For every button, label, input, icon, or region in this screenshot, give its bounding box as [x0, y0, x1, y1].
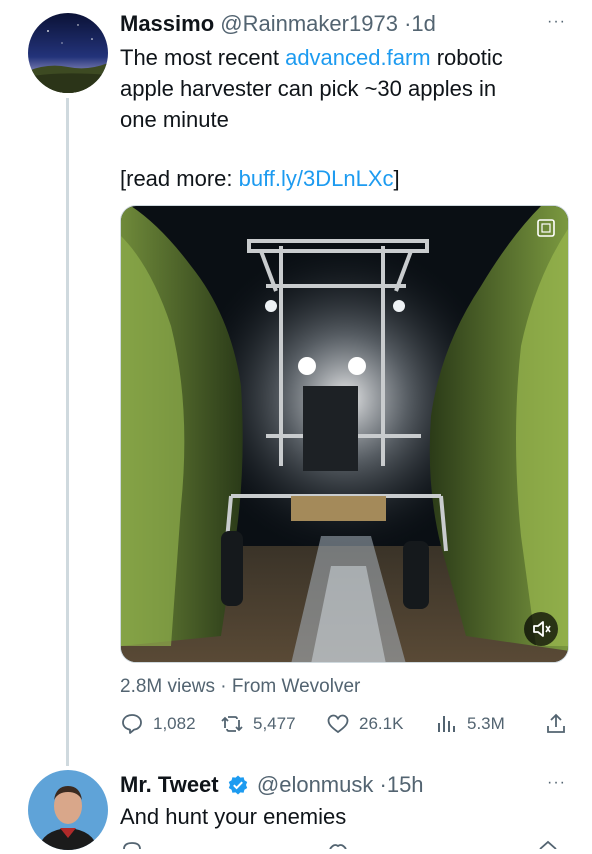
- avatar[interactable]: [28, 770, 108, 850]
- share-icon: [547, 713, 565, 733]
- avatar-image: [28, 13, 108, 93]
- verified-badge-icon: [227, 774, 249, 796]
- display-name[interactable]: Mr. Tweet: [120, 772, 219, 797]
- sound-off-icon[interactable]: [524, 612, 558, 646]
- gif-icon: [536, 218, 556, 238]
- avatar-image: [28, 770, 108, 850]
- handle[interactable]: @Rainmaker1973: [220, 11, 398, 36]
- tweet-actions: 1,082 5,477 26.1K 5.3M: [120, 712, 570, 740]
- text-line: apple harvester can pick ~30 apples in: [120, 76, 497, 101]
- text-segment: The most recent: [120, 45, 286, 70]
- text-line: one minute: [120, 107, 229, 132]
- retweet-button[interactable]: 5,477: [220, 712, 296, 736]
- reply-count: 1,082: [153, 714, 196, 733]
- timestamp[interactable]: 1d: [411, 11, 435, 36]
- text-segment: [read more:: [120, 166, 239, 191]
- video-player[interactable]: [120, 205, 569, 663]
- reply-button[interactable]: 1,082: [120, 712, 196, 736]
- thread-line: [66, 98, 69, 766]
- tweet-header: Massimo @Rainmaker1973 ·1d: [120, 11, 436, 37]
- view-count: 5.3M: [467, 714, 505, 733]
- analytics-icon: [438, 716, 455, 732]
- tweet-text: The most recent advanced.farm robotic ap…: [120, 42, 570, 135]
- video-frame: [121, 206, 568, 662]
- handle[interactable]: @elonmusk: [257, 772, 374, 797]
- like-count: 26.1K: [359, 714, 404, 733]
- timestamp[interactable]: 15h: [387, 772, 424, 797]
- more-options-button[interactable]: ···: [547, 774, 566, 792]
- buff-ly-link[interactable]: buff.ly/3DLnLXc: [239, 166, 394, 191]
- avatar[interactable]: [28, 13, 108, 93]
- more-options-button[interactable]: ···: [547, 13, 566, 31]
- read-more-line: [read more: buff.ly/3DLnLXc]: [120, 163, 570, 194]
- retweet-icon: [221, 716, 243, 732]
- text-segment: ]: [393, 166, 400, 191]
- tweet-text: And hunt your enemies: [120, 804, 347, 829]
- heart-icon: [327, 714, 349, 734]
- advanced-farm-link[interactable]: advanced.farm: [285, 45, 431, 70]
- display-name[interactable]: Massimo: [120, 11, 214, 36]
- views-button[interactable]: 5.3M: [434, 712, 505, 736]
- tweet-header: Mr. Tweet @elonmusk ·15h: [120, 772, 424, 798]
- views-and-source: 2.8M views · From Wevolver: [120, 676, 361, 697]
- retweet-count: 5,477: [253, 714, 296, 733]
- partial-action-icons: [123, 840, 557, 850]
- like-button[interactable]: 26.1K: [326, 712, 403, 736]
- share-button[interactable]: [544, 712, 568, 736]
- separator: ·: [379, 772, 387, 797]
- tweet-actions: [120, 836, 570, 850]
- reply-icon: [122, 714, 142, 734]
- text-segment: robotic: [430, 45, 503, 70]
